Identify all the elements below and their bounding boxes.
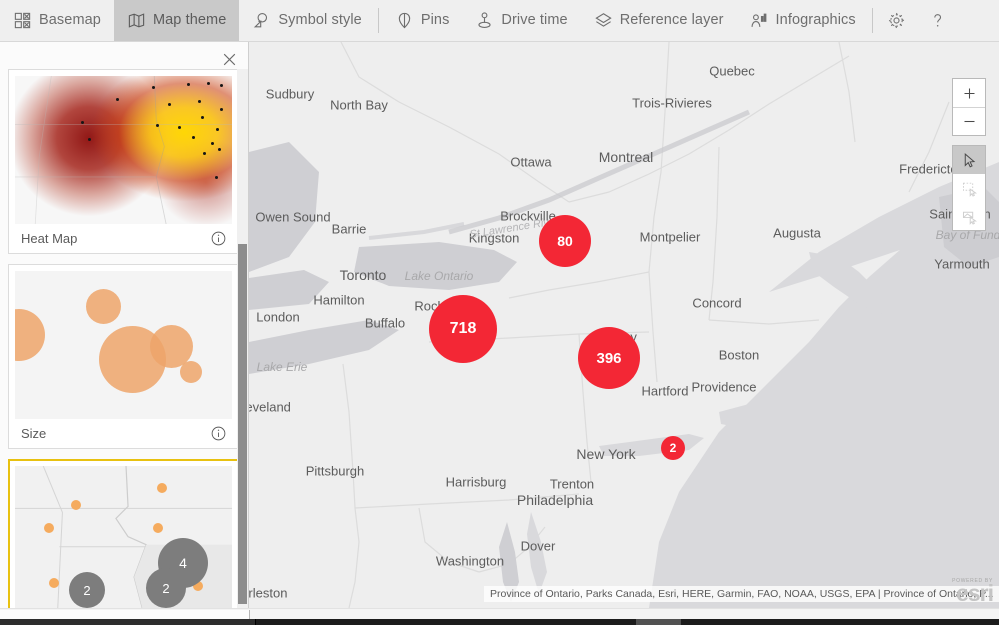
- toolbar-item-pins[interactable]: Pins: [382, 0, 463, 41]
- toolbar-item-label: Symbol style: [278, 12, 362, 29]
- map-label: Philadelphia: [516, 492, 594, 508]
- cluster-bubble-thumb: 2: [146, 568, 186, 608]
- theme-card-list: Heat Map Size 4 2 2: [0, 69, 248, 608]
- drive-time-icon: [475, 11, 494, 30]
- map-label: North Bay: [330, 97, 388, 113]
- pin-icon: [395, 11, 414, 30]
- panel-scrollbar-track[interactable]: [237, 69, 248, 608]
- toolbar-item-label: Drive time: [501, 12, 568, 29]
- zoom-control: [952, 78, 986, 136]
- map-label: Trois-Rivieres: [632, 95, 712, 111]
- toolbar-item-infographics[interactable]: Infographics: [737, 0, 869, 41]
- help-button[interactable]: [917, 0, 958, 41]
- esri-wordmark: esri: [956, 580, 994, 607]
- map-label: Yarmouth: [934, 256, 990, 272]
- horizontal-scrollbar-thumb[interactable]: [0, 610, 250, 619]
- map-label: Dover: [520, 538, 556, 554]
- esri-logo: POWERED BY esri: [952, 578, 994, 607]
- toolbar-item-drive-time[interactable]: Drive time: [462, 0, 580, 41]
- heat-map-thumbnail: [15, 76, 232, 224]
- toolbar-item-basemap[interactable]: Basemap: [0, 0, 114, 41]
- map-cluster-bubble[interactable]: 718: [429, 295, 497, 363]
- gear-icon: [887, 11, 906, 30]
- map-label: Washington: [435, 553, 505, 569]
- map-label: Trenton: [549, 476, 595, 492]
- map-label: Augusta: [773, 225, 821, 241]
- cursor-arrow-icon[interactable]: [953, 146, 985, 174]
- map-label: Owen Sound: [255, 209, 331, 225]
- zoom-out-button[interactable]: [953, 107, 985, 135]
- map-canvas[interactable]: Sudbury North Bay Quebec Trois-Rivieres …: [249, 42, 999, 608]
- lasso-select-icon[interactable]: [953, 202, 985, 230]
- main-toolbar: Basemap Map theme Symbol style Pins Driv…: [0, 0, 999, 42]
- map-label: Boston: [718, 347, 760, 363]
- map-label: Montpelier: [639, 229, 701, 245]
- info-icon[interactable]: [206, 227, 230, 251]
- theme-card-label: Heat Map: [21, 231, 78, 246]
- close-icon[interactable]: [216, 46, 242, 72]
- map-label: Montreal: [598, 149, 654, 165]
- map-water-label: Lake Ontario: [404, 269, 474, 283]
- theme-card-heat-map[interactable]: Heat Map: [8, 69, 239, 254]
- map-label: Charleston: [249, 585, 288, 601]
- info-icon[interactable]: [206, 422, 230, 446]
- symbol-style-icon: [252, 11, 271, 30]
- clustering-thumbnail: 4 2 2: [15, 466, 232, 608]
- map-label: Buffalo: [364, 315, 406, 331]
- map-label: Hamilton: [313, 292, 365, 308]
- size-thumbnail: [15, 271, 232, 419]
- theme-card-clustering[interactable]: 4 2 2 Clustering: [8, 459, 239, 608]
- map-label: Pittsburgh: [305, 463, 365, 479]
- map-label: Harrisburg: [445, 474, 507, 490]
- zoom-in-button[interactable]: [953, 79, 985, 107]
- map-cluster-bubble[interactable]: 2: [661, 436, 685, 460]
- map-label: Concord: [692, 295, 742, 311]
- map-label: Providence: [691, 379, 757, 395]
- toolbar-divider-2: [871, 8, 873, 33]
- map-cluster-bubble[interactable]: 396: [578, 327, 640, 389]
- toolbar-divider: [377, 8, 379, 33]
- toolbar-item-label: Basemap: [39, 12, 101, 29]
- horizontal-scrollbar-track[interactable]: [0, 608, 999, 619]
- infographics-icon: [750, 11, 769, 30]
- toolbar-item-symbol-style[interactable]: Symbol style: [239, 0, 374, 41]
- map-fold-icon: [127, 11, 146, 30]
- rectangle-select-icon[interactable]: [953, 174, 985, 202]
- map-label: New York: [576, 446, 636, 462]
- panel-scrollbar-thumb[interactable]: [238, 244, 247, 604]
- map-label: Ottawa: [510, 154, 552, 170]
- settings-button[interactable]: [876, 0, 917, 41]
- map-label: Hartford: [641, 383, 689, 399]
- toolbar-item-map-theme[interactable]: Map theme: [113, 0, 240, 41]
- cluster-bubble-thumb: 2: [69, 572, 105, 608]
- taskbar: [0, 619, 999, 625]
- toolbar-item-label: Infographics: [775, 12, 856, 29]
- toolbar-item-label: Pins: [420, 12, 450, 29]
- toolbar-item-label: Reference layer: [619, 12, 724, 29]
- basemap-grid-icon: [13, 11, 32, 30]
- map-label: London: [256, 309, 300, 325]
- map-cluster-bubble[interactable]: 80: [539, 215, 591, 267]
- map-label: Barrie: [331, 221, 367, 237]
- map-label: Cleveland: [249, 399, 291, 415]
- map-water-label: Lake Erie: [256, 360, 308, 374]
- map-attribution: Province of Ontario, Parks Canada, Esri,…: [484, 586, 999, 602]
- selection-toolbar: [952, 145, 986, 231]
- map-theme-panel: Heat Map Size 4 2 2: [0, 42, 249, 608]
- toolbar-item-label: Map theme: [152, 12, 227, 29]
- help-question-icon: [928, 11, 947, 30]
- toolbar-item-reference-layer[interactable]: Reference layer: [581, 0, 737, 41]
- layers-icon: [594, 11, 613, 30]
- theme-card-label: Size: [21, 426, 47, 441]
- theme-card-size[interactable]: Size: [8, 264, 239, 449]
- map-label: Toronto: [339, 267, 387, 283]
- map-label: Sudbury: [265, 86, 315, 102]
- map-label: Quebec: [709, 63, 755, 79]
